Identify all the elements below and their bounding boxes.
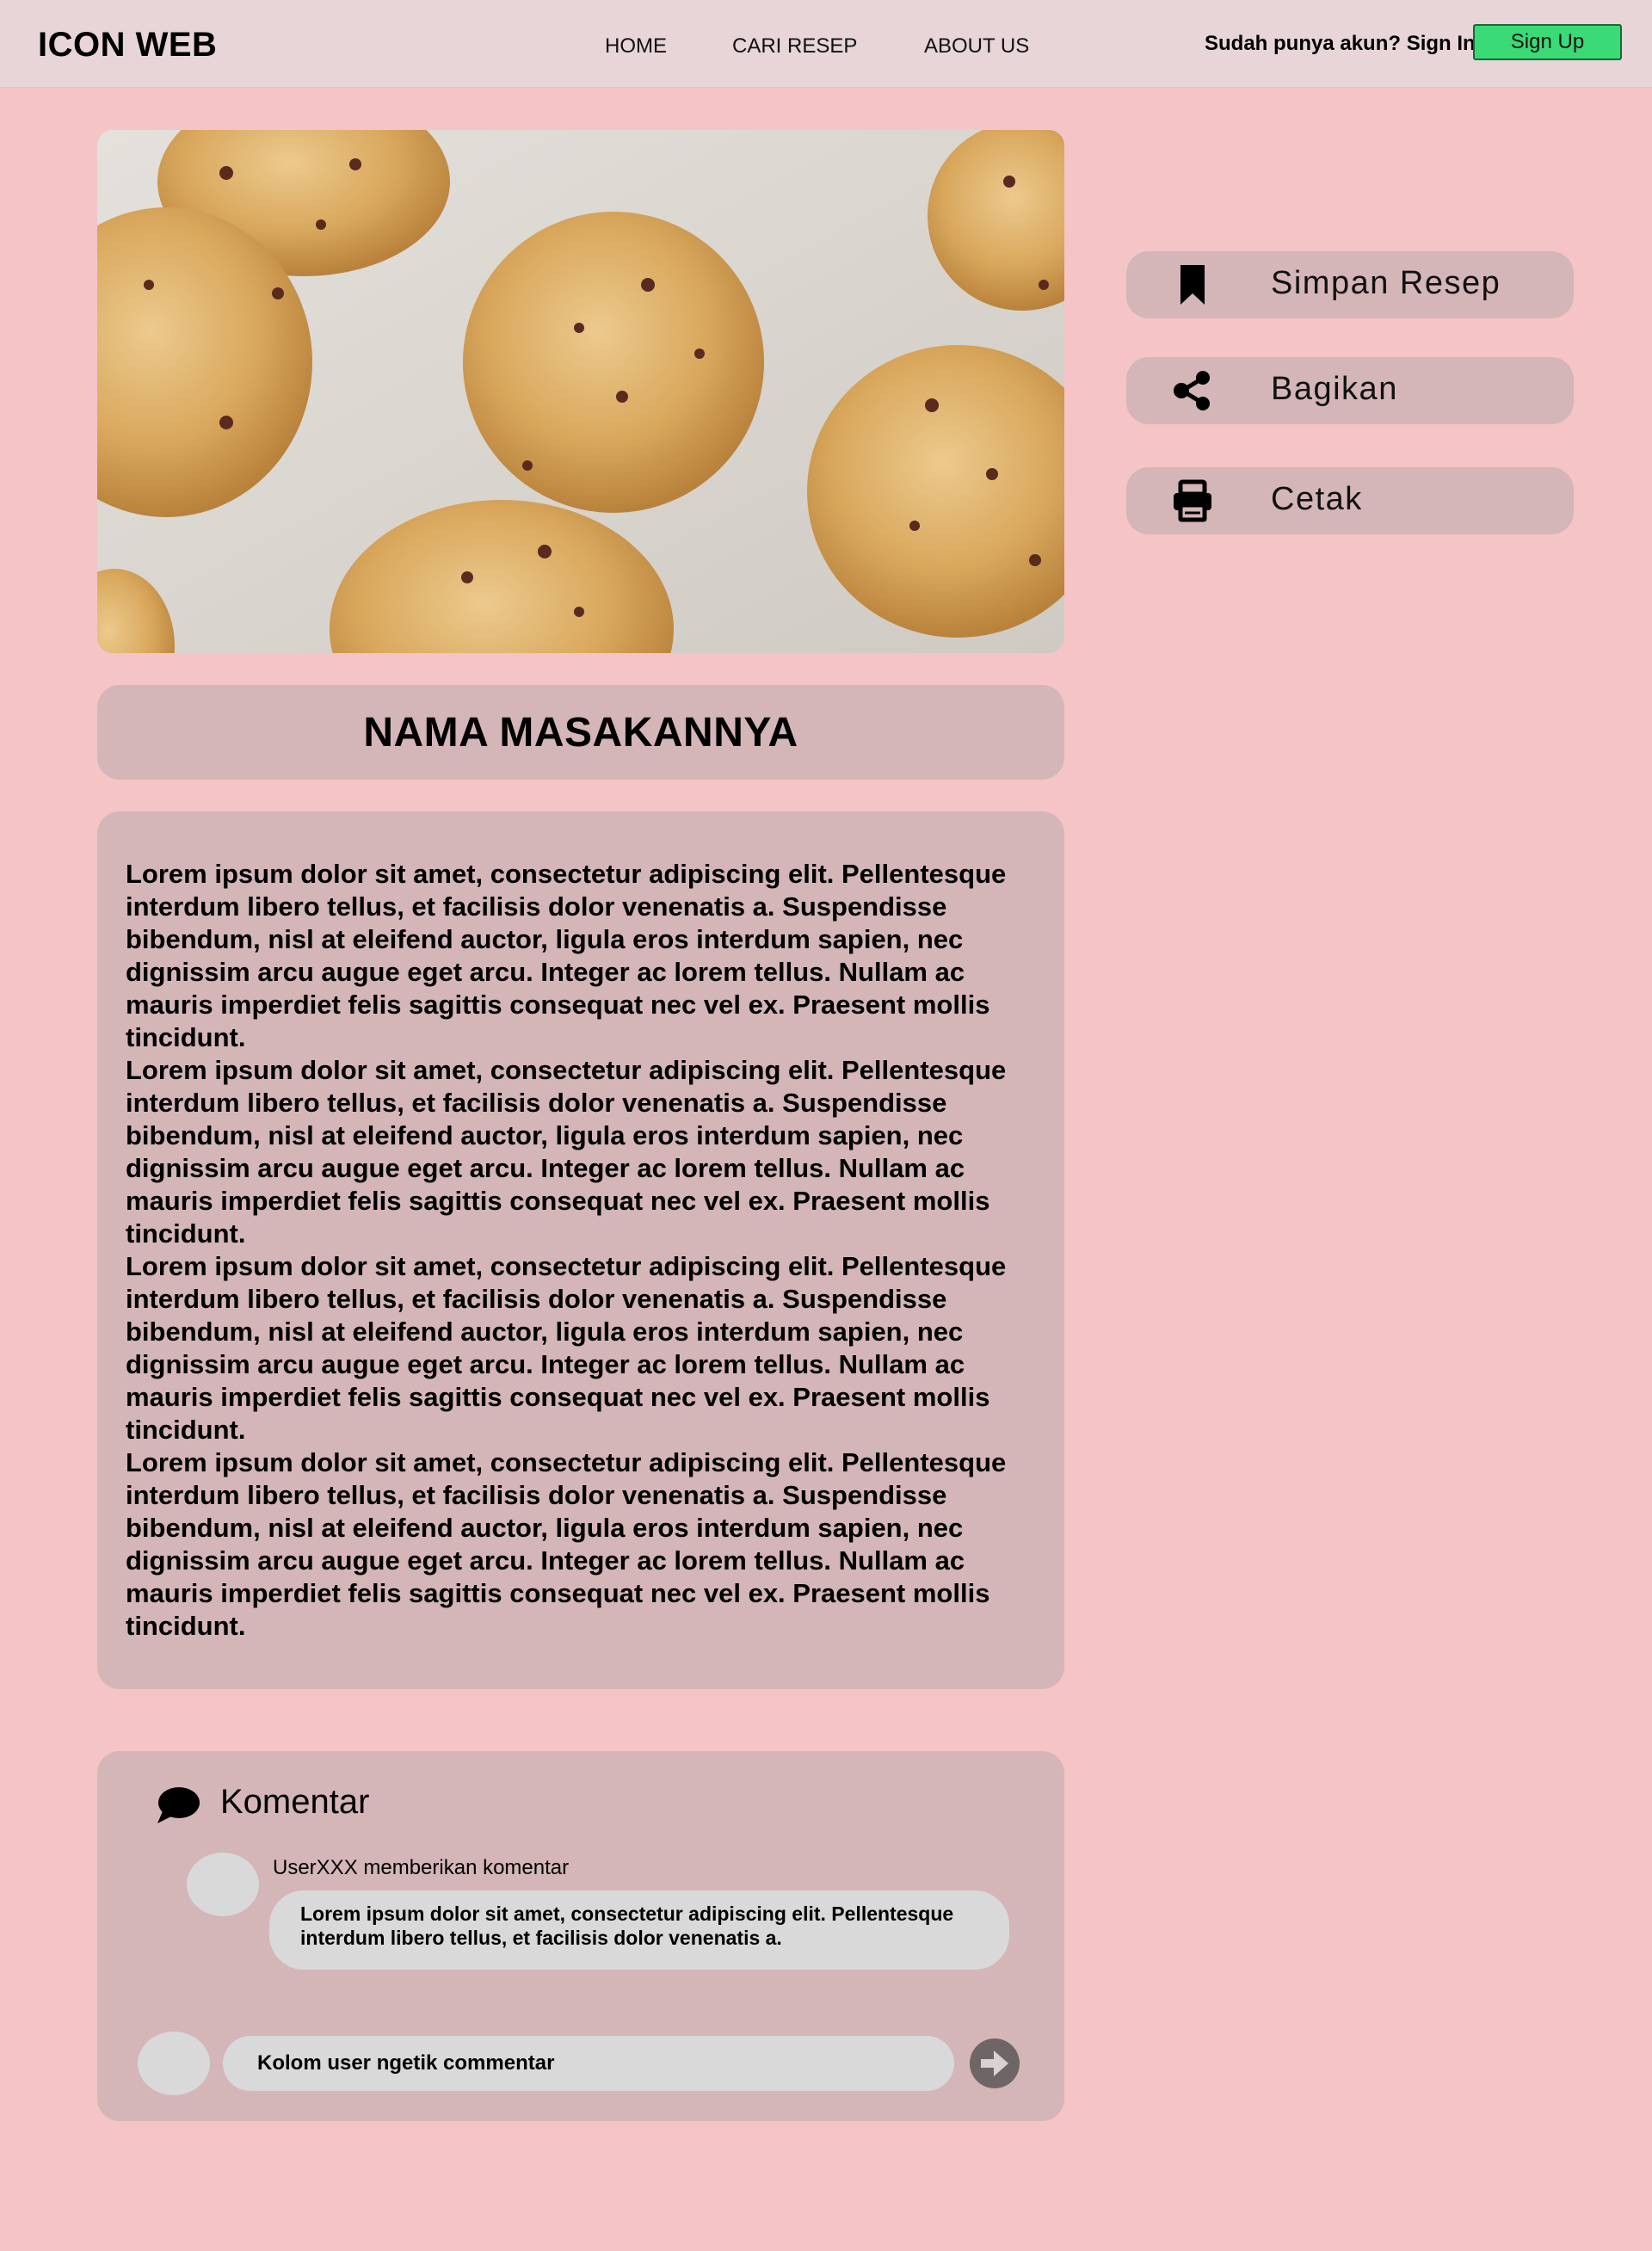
avatar <box>187 1853 259 1916</box>
recipe-title-card: NAMA MASAKANNYA <box>97 685 1064 780</box>
comments-title: Komentar <box>220 1783 370 1821</box>
current-user-avatar[interactable] <box>138 2032 210 2095</box>
share-icon <box>1174 371 1210 410</box>
speech-bubble-icon <box>157 1787 200 1823</box>
send-comment-button[interactable] <box>969 2038 1020 2089</box>
comment-author: UserXXX memberikan komentar <box>273 1856 570 1879</box>
print-button[interactable]: Cetak <box>1126 467 1574 534</box>
print-label: Cetak <box>1271 481 1363 517</box>
sign-in-link[interactable]: Sudah punya akun? Sign In <box>1205 32 1476 56</box>
nav-cari-resep[interactable]: CARI RESEP <box>732 34 857 59</box>
save-recipe-button[interactable]: Simpan Resep <box>1126 251 1574 318</box>
description-paragraph: Lorem ipsum dolor sit amet, consectetur … <box>126 1447 1007 1641</box>
print-icon <box>1174 479 1211 522</box>
bookmark-icon <box>1180 265 1205 305</box>
comment-bubble: Lorem ipsum dolor sit amet, consectetur … <box>269 1890 1009 1970</box>
nav-home[interactable]: HOME <box>605 34 667 59</box>
share-button[interactable]: Bagikan <box>1126 357 1574 424</box>
comments-section: Komentar UserXXX memberikan komentar Lor… <box>97 1751 1064 2121</box>
description-paragraph: Lorem ipsum dolor sit amet, consectetur … <box>126 1251 1007 1445</box>
share-label: Bagikan <box>1271 371 1398 407</box>
brand-logo[interactable]: ICON WEB <box>38 26 217 65</box>
navbar: ICON WEB HOME CARI RESEP ABOUT US Sudah … <box>0 0 1652 88</box>
recipe-image <box>97 130 1064 653</box>
cookies-photo-icon <box>97 130 1064 653</box>
recipe-title: NAMA MASAKANNYA <box>363 709 798 755</box>
sign-up-button[interactable]: Sign Up <box>1473 24 1622 60</box>
nav-about-us[interactable]: ABOUT US <box>924 34 1029 59</box>
save-recipe-label: Simpan Resep <box>1271 265 1501 301</box>
comment-input[interactable] <box>223 2036 954 2091</box>
description-paragraph: Lorem ipsum dolor sit amet, consectetur … <box>126 1055 1007 1249</box>
recipe-description: Lorem ipsum dolor sit amet, consectetur … <box>97 811 1064 1689</box>
description-paragraph: Lorem ipsum dolor sit amet, consectetur … <box>126 859 1007 1052</box>
